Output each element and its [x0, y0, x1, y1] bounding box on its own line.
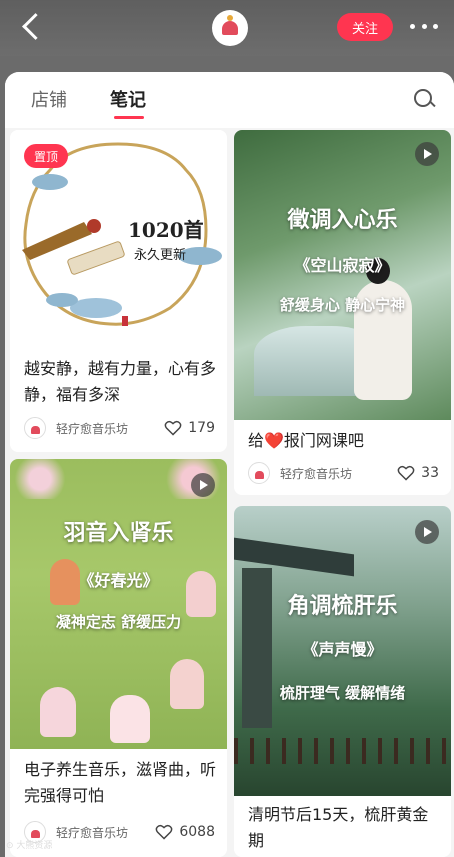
note-card[interactable]: 置顶 1020首 永久更新 越安静，越有力量，心有多静，福有多深 轻疗愈音乐坊 …	[10, 130, 227, 452]
like-count: 179	[188, 420, 215, 436]
tab-store[interactable]: 店铺	[31, 86, 67, 112]
pinned-badge: 置顶	[24, 144, 68, 168]
cover-title: 角调梳肝乐	[287, 593, 398, 619]
like-count: 6088	[179, 824, 215, 840]
note-cover-image: 置顶 1020首 永久更新	[10, 130, 227, 345]
like-button[interactable]: 6088	[155, 822, 215, 842]
note-cover-image: 角调梳肝乐 《声声慢》 梳肝理气 缓解情绪	[234, 506, 451, 796]
cover-title: 徵调入心乐	[287, 207, 398, 233]
more-icon[interactable]	[410, 16, 438, 36]
play-icon	[415, 520, 439, 544]
play-icon	[415, 142, 439, 166]
heart-icon	[397, 465, 415, 481]
cover-subtitle: 《空山寂寂》	[294, 256, 391, 275]
note-title: 越安静，越有力量，心有多静，福有多深	[24, 359, 217, 404]
heart-icon	[164, 420, 182, 436]
note-card[interactable]: 角调梳肝乐 《声声慢》 梳肝理气 缓解情绪 清明节后15天，梳肝黄金期	[234, 506, 451, 857]
note-card[interactable]: 羽音入肾乐 《好春光》 凝神定志 舒缓压力 电子养生音乐，滋肾曲，听完强得可怕 …	[10, 459, 227, 857]
author-name: 轻疗愈音乐坊	[280, 466, 353, 481]
author-name: 轻疗愈音乐坊	[56, 825, 129, 840]
note-title: 给❤️报门网课吧	[248, 431, 364, 450]
back-icon[interactable]	[20, 10, 48, 44]
play-icon	[191, 473, 215, 497]
note-card[interactable]: 徵调入心乐 《空山寂寂》 舒缓身心 静心宁神 给❤️报门网课吧 轻疗愈音乐坊 3…	[234, 130, 451, 495]
like-count: 33	[421, 465, 439, 481]
author-avatar	[24, 417, 46, 439]
note-cover-image: 羽音入肾乐 《好春光》 凝神定志 舒缓压力	[10, 459, 227, 749]
cover-caption: 凝神定志 舒缓压力	[55, 613, 182, 631]
note-author[interactable]: 轻疗愈音乐坊	[24, 417, 129, 439]
cover-title: 羽音入肾乐	[63, 520, 174, 546]
follow-button[interactable]: 关注	[337, 13, 393, 41]
tab-bar: 店铺 笔记	[5, 72, 454, 128]
cover-caption: 舒缓身心 静心宁神	[279, 296, 406, 314]
note-cover-image: 徵调入心乐 《空山寂寂》 舒缓身心 静心宁神	[234, 130, 451, 420]
watermark: ⊙ 大熊资源	[6, 841, 53, 851]
cover-subtitle: 《好春光》	[78, 571, 159, 590]
brand-logo-icon[interactable]	[212, 10, 248, 46]
author-avatar	[248, 462, 270, 484]
search-icon[interactable]	[413, 88, 435, 110]
top-bar: 关注	[0, 0, 454, 56]
store-panel: 店铺 笔记 置顶 1020首 永久更新 越安静，越有力量，心有多静，福有多深 轻…	[5, 72, 454, 857]
author-name: 轻疗愈音乐坊	[56, 421, 129, 436]
note-title: 电子养生音乐，滋肾曲，听完强得可怕	[24, 760, 217, 805]
cover-text-sub: 永久更新	[134, 248, 187, 263]
active-tab-indicator	[114, 116, 144, 119]
cover-caption: 梳肝理气 缓解情绪	[279, 684, 406, 702]
note-author[interactable]: 轻疗愈音乐坊	[248, 462, 353, 484]
cover-subtitle: 《声声慢》	[302, 640, 383, 659]
heart-icon	[155, 824, 173, 840]
like-button[interactable]: 179	[164, 418, 215, 438]
cover-text-main: 1020首	[128, 218, 204, 242]
like-button[interactable]: 33	[397, 463, 439, 483]
note-title: 清明节后15天，梳肝黄金期	[248, 805, 429, 850]
tab-notes[interactable]: 笔记	[110, 86, 146, 112]
